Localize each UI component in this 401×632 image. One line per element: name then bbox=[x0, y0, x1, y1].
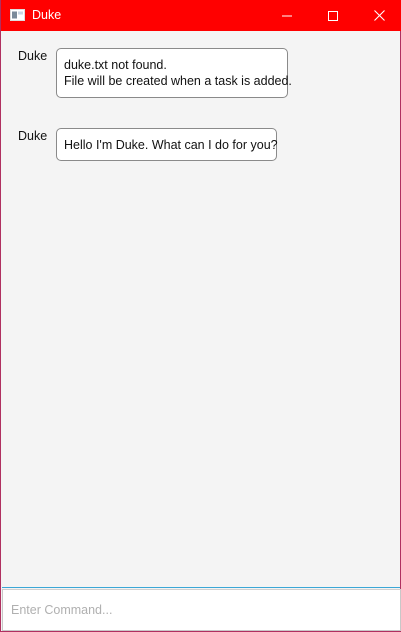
close-icon bbox=[373, 10, 385, 21]
command-input-area[interactable] bbox=[2, 589, 401, 631]
sender-label: Duke bbox=[18, 49, 48, 63]
close-button[interactable] bbox=[356, 0, 401, 31]
dialog-container[interactable]: Duke duke.txt not found. File will be cr… bbox=[2, 31, 400, 588]
message-line: duke.txt not found. bbox=[64, 58, 167, 72]
window-title: Duke bbox=[32, 8, 62, 22]
maximize-button[interactable] bbox=[310, 0, 356, 31]
minimize-button[interactable] bbox=[264, 0, 310, 31]
minimize-icon bbox=[282, 15, 292, 16]
message-line: Hello I'm Duke. What can I do for you? bbox=[64, 138, 278, 152]
app-window: Duke Duke duke.txt not found. File will … bbox=[0, 0, 401, 632]
message-bubble: duke.txt not found. File will be created… bbox=[56, 48, 292, 98]
message-line: File will be created when a task is adde… bbox=[64, 74, 292, 88]
title-bar[interactable]: Duke bbox=[1, 0, 401, 31]
message-bubble: Hello I'm Duke. What can I do for you? bbox=[56, 128, 278, 161]
sender-label: Duke bbox=[18, 129, 48, 143]
app-icon bbox=[10, 9, 25, 21]
command-input[interactable] bbox=[3, 590, 400, 630]
maximize-icon bbox=[328, 10, 338, 21]
